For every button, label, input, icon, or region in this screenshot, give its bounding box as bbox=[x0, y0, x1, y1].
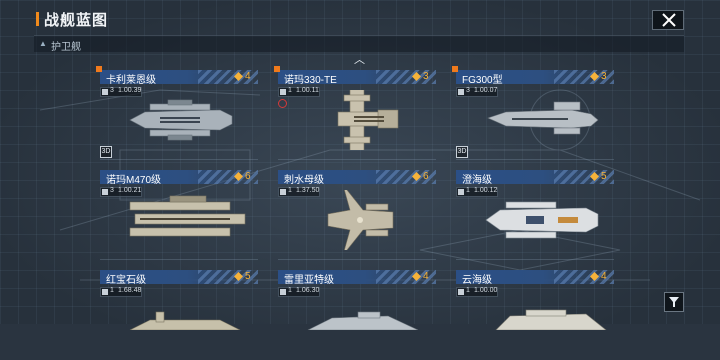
ship-name: 刺水母级 bbox=[284, 175, 324, 186]
card-divider bbox=[456, 259, 614, 260]
blueprint-icon bbox=[412, 172, 421, 181]
blueprint-count: 5 bbox=[601, 171, 607, 182]
ship-image bbox=[129, 195, 246, 237]
blueprint-count: 3 bbox=[601, 71, 607, 82]
ship-name: FG300型 bbox=[462, 75, 503, 86]
ship-image bbox=[129, 99, 233, 141]
ship-card[interactable]: 卡利莱恩级 4 3 1.00.39 3D bbox=[96, 66, 258, 160]
new-indicator bbox=[96, 66, 102, 72]
blueprint-icon bbox=[590, 272, 599, 281]
ship-name: 诺玛330-TE bbox=[284, 75, 337, 86]
blueprint-count: 4 bbox=[423, 271, 429, 282]
stat-icon bbox=[102, 89, 108, 95]
3d-badge: 3D bbox=[456, 146, 468, 158]
category-triangle-icon: ▲ bbox=[39, 39, 47, 48]
3d-badge: 3D bbox=[100, 146, 112, 158]
ship-card[interactable]: 刺水母级 6 1 1.37.50 bbox=[278, 170, 436, 260]
warning-icon bbox=[278, 99, 287, 108]
blueprint-icon bbox=[234, 172, 243, 181]
blueprint-count: 5 bbox=[245, 271, 251, 282]
blueprint-icon bbox=[590, 72, 599, 81]
ship-image bbox=[337, 90, 399, 150]
card-divider bbox=[278, 259, 436, 260]
card-divider bbox=[456, 159, 614, 160]
header: 战舰蓝图 bbox=[0, 0, 720, 36]
card-divider bbox=[100, 159, 258, 160]
ship-image bbox=[307, 311, 419, 330]
card-divider bbox=[100, 259, 258, 260]
blueprint-icon bbox=[412, 72, 421, 81]
stat-icon bbox=[458, 289, 464, 295]
new-indicator bbox=[452, 66, 458, 72]
chevron-up-icon[interactable]: ︿ bbox=[354, 51, 365, 67]
blueprint-count: 4 bbox=[245, 71, 251, 82]
stat-icon bbox=[280, 289, 286, 295]
blueprint-icon bbox=[234, 272, 243, 281]
ship-card[interactable]: 诺玛M470级 6 3 1.00.21 bbox=[100, 170, 258, 260]
blueprint-count: 3 bbox=[423, 71, 429, 82]
ship-card[interactable]: FG300型 3 3 1.00.07 3D bbox=[452, 66, 614, 160]
ship-card[interactable]: 澄海级 5 1 1.00.12 bbox=[456, 170, 614, 260]
ship-image bbox=[485, 201, 599, 239]
stat-icon bbox=[102, 289, 108, 295]
ship-image bbox=[487, 101, 599, 135]
blueprint-icon bbox=[590, 172, 599, 181]
ship-card[interactable]: 红宝石级 5 1 1.68.48 bbox=[100, 270, 258, 360]
ship-card[interactable]: 雷里亚特级 4 1 1.06.30 bbox=[278, 270, 436, 360]
ship-name: 红宝石级 bbox=[106, 275, 146, 286]
ship-name: 澄海级 bbox=[462, 175, 492, 186]
ship-card[interactable]: 诺玛330-TE 3 1 1.00.11 bbox=[274, 66, 436, 160]
category-label: 护卫舰 bbox=[51, 42, 81, 53]
stat-icon bbox=[458, 189, 464, 195]
ship-image bbox=[327, 190, 394, 250]
blueprint-count: 4 bbox=[601, 271, 607, 282]
close-icon bbox=[662, 13, 676, 27]
blueprint-count: 6 bbox=[423, 171, 429, 182]
stat-icon bbox=[102, 189, 108, 195]
stat-icon bbox=[280, 89, 286, 95]
ship-name: 卡利莱恩级 bbox=[106, 75, 156, 86]
stat-icon bbox=[280, 189, 286, 195]
blueprint-count: 6 bbox=[245, 171, 251, 182]
title-accent bbox=[36, 12, 39, 26]
blueprint-icon bbox=[234, 72, 243, 81]
ship-image bbox=[495, 309, 607, 330]
stat-icon bbox=[458, 89, 464, 95]
filter-icon bbox=[669, 297, 679, 307]
new-indicator bbox=[274, 66, 280, 72]
filter-button[interactable] bbox=[664, 292, 684, 312]
card-divider bbox=[278, 159, 436, 160]
page-title: 战舰蓝图 bbox=[44, 12, 109, 29]
ship-card[interactable]: 云海级 4 1 1.00.00 bbox=[456, 270, 614, 360]
close-button[interactable] bbox=[652, 10, 684, 30]
ship-name: 云海级 bbox=[462, 275, 492, 286]
ship-name: 诺玛M470级 bbox=[106, 175, 162, 186]
ship-image bbox=[129, 311, 241, 330]
ship-name: 雷里亚特级 bbox=[284, 275, 334, 286]
category-bar[interactable]: ▲ 护卫舰 bbox=[34, 35, 684, 53]
blueprint-icon bbox=[412, 272, 421, 281]
